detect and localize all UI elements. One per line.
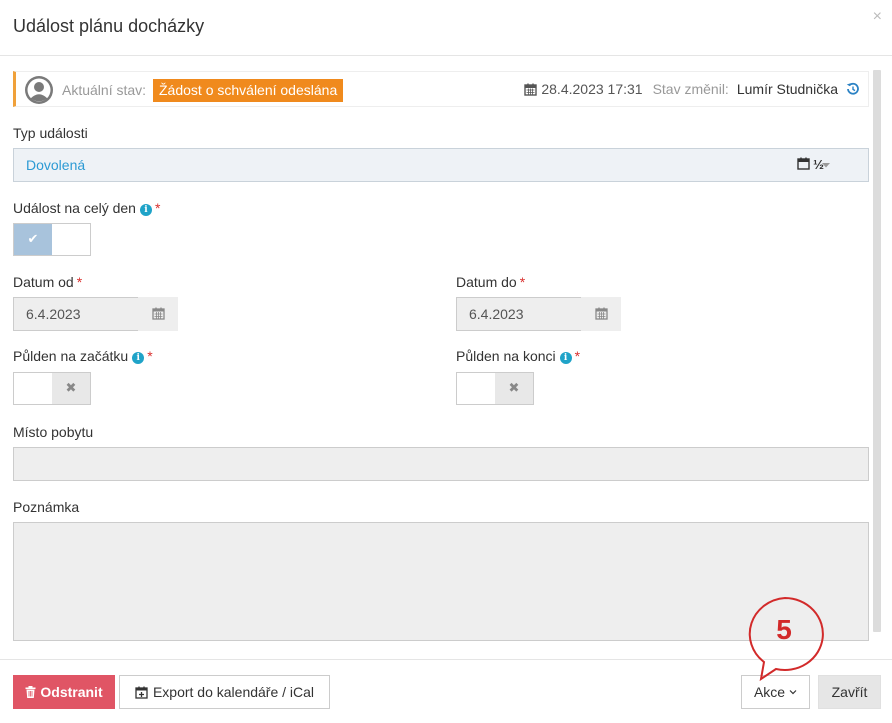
- half-day-end-label-text: Půlden na konci: [456, 348, 556, 364]
- required-mark: *: [574, 348, 581, 364]
- date-from-picker: 6.4.2023: [13, 297, 178, 331]
- all-day-label-text: Událost na celý den: [13, 200, 136, 216]
- delete-button[interactable]: Odstranit: [13, 675, 115, 709]
- info-icon: i: [132, 352, 145, 364]
- status-label: Aktuální stav:: [62, 82, 147, 98]
- note-textarea[interactable]: [13, 522, 869, 641]
- required-mark: *: [76, 274, 83, 290]
- half-day-start-toggle[interactable]: ✖: [13, 372, 91, 405]
- times-icon: ✖: [65, 380, 77, 395]
- half-day-end-label: Půlden na konci i *: [456, 348, 580, 364]
- export-calendar-button[interactable]: Export do kalendáře / iCal: [119, 675, 330, 709]
- date-from-calendar-button[interactable]: [138, 297, 178, 331]
- close-button[interactable]: Zavřít: [818, 675, 881, 709]
- changed-by-name: Lumír Studnička: [736, 81, 838, 97]
- date-to-label: Datum do *: [456, 274, 525, 290]
- half-day-start-label: Půlden na začátku i *: [13, 348, 153, 364]
- info-icon: i: [139, 204, 152, 216]
- calendar-icon: [594, 307, 608, 320]
- toggle-knob: ✖: [52, 373, 90, 404]
- annotation-number: 5: [776, 614, 792, 645]
- half-day-end-toggle[interactable]: ✖: [456, 372, 534, 405]
- date-to-calendar-button[interactable]: [581, 297, 621, 331]
- date-from-label-text: Datum od: [13, 274, 74, 290]
- status-date: 28.4.2023 17:31: [541, 81, 643, 97]
- toggle-knob: ✖: [495, 373, 533, 404]
- location-input[interactable]: [13, 447, 869, 481]
- trash-icon: [25, 686, 36, 698]
- delete-button-label: Odstranit: [40, 684, 103, 700]
- calendar-icon: [796, 157, 810, 170]
- changed-by-label: Stav změnil:: [652, 81, 729, 97]
- actions-button-label: Akce: [753, 684, 786, 700]
- event-type-value: Dovolená: [26, 157, 86, 173]
- required-mark: *: [154, 200, 161, 216]
- event-type-suffix: ½: [796, 157, 824, 172]
- date-to-label-text: Datum do: [456, 274, 517, 290]
- calendar-plus-icon: [135, 686, 148, 699]
- user-avatar-icon: [25, 76, 53, 104]
- close-icon[interactable]: ×: [873, 8, 882, 26]
- half-day-start-label-text: Půlden na začátku: [13, 348, 129, 364]
- status-badge: Žádost o schválení odeslána: [153, 79, 344, 102]
- info-icon: i: [559, 352, 572, 364]
- modal-header: Událost plánu docházky ×: [0, 0, 892, 56]
- calendar-icon: [524, 83, 538, 96]
- toggle-knob: ✔: [14, 224, 52, 255]
- status-meta: 28.4.2023 17:31 Stav změnil: Lumír Studn…: [524, 81, 860, 97]
- all-day-toggle[interactable]: ✔: [13, 223, 91, 256]
- chevron-down-icon: [789, 690, 797, 695]
- required-mark: *: [519, 274, 526, 290]
- event-type-label: Typ události: [13, 125, 88, 141]
- date-from-input[interactable]: 6.4.2023: [13, 297, 139, 331]
- status-bar: Aktuální stav: Žádost o schválení odeslá…: [13, 71, 869, 107]
- calendar-icon: [151, 307, 165, 320]
- note-label: Poznámka: [13, 499, 80, 515]
- date-from-label: Datum od *: [13, 274, 82, 290]
- caret-down-icon: [822, 163, 830, 168]
- event-type-select[interactable]: Dovolená ½: [13, 148, 869, 182]
- times-icon: ✖: [508, 380, 520, 395]
- date-to-input[interactable]: 6.4.2023: [456, 297, 582, 331]
- scrollbar[interactable]: [873, 70, 881, 632]
- export-button-label: Export do kalendáře / iCal: [152, 684, 315, 700]
- required-mark: *: [147, 348, 153, 364]
- check-icon: ✔: [27, 231, 39, 246]
- all-day-label: Událost na celý den i *: [13, 200, 160, 216]
- date-to-picker: 6.4.2023: [456, 297, 621, 331]
- modal-title: Událost plánu docházky: [13, 16, 205, 36]
- history-icon[interactable]: [846, 82, 860, 96]
- location-label: Místo pobytu: [13, 424, 94, 440]
